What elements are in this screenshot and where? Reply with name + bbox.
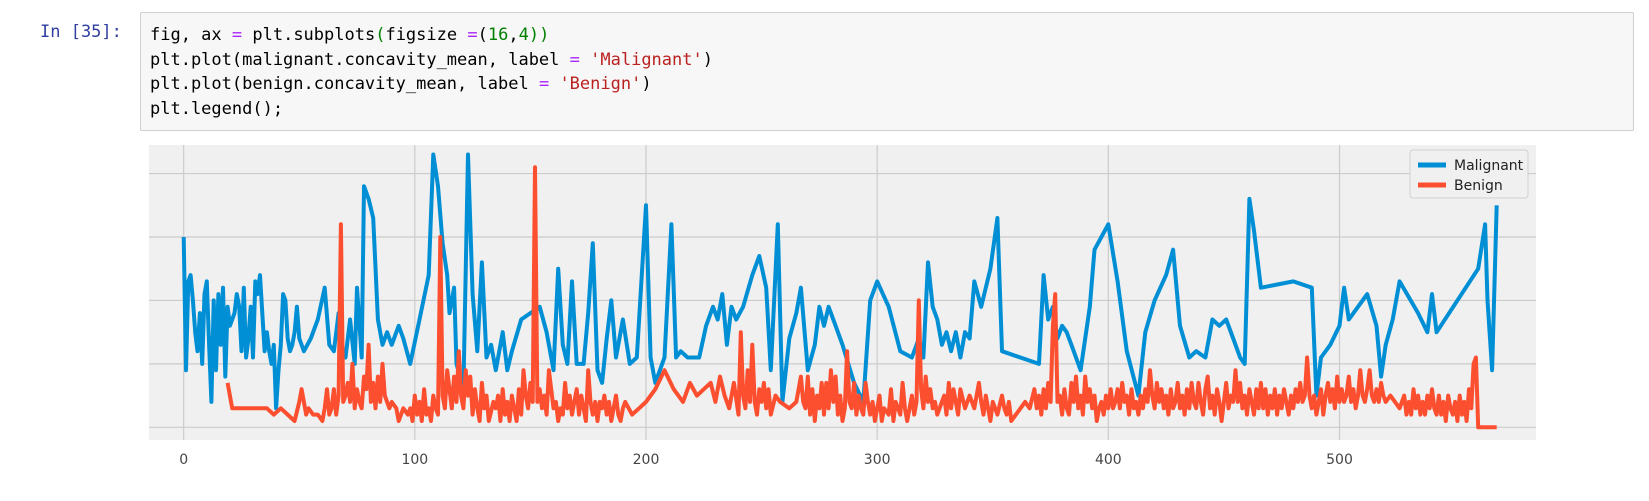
code-token: fig, ax [150, 25, 232, 45]
code-cell-input[interactable]: fig, ax = plt.subplots(figsize =(16,4)) p… [140, 12, 1634, 131]
code-line: plt.plot(benign.concavity_mean, label = … [150, 72, 713, 97]
code-token: ) [702, 49, 713, 70]
code-token: 'Malignant' [590, 49, 703, 70]
code-token: plt.plot(benign.concavity_mean, label [150, 74, 539, 94]
input-prompt: In [35]: [40, 22, 122, 42]
x-tick-label: 200 [633, 452, 660, 468]
code-token: = [569, 49, 580, 70]
code-token: = [231, 25, 243, 45]
code-token: ( [477, 25, 488, 45]
code-token: 'Benign' [559, 74, 642, 94]
code-line: fig, ax = plt.subplots(figsize =(16,4)) [150, 23, 713, 48]
code-token: plt.legend(); [150, 98, 284, 119]
legend: Malignant Benign [1409, 149, 1529, 199]
code-token: , [508, 25, 519, 45]
code-token: = [467, 25, 478, 45]
code-token: = [538, 74, 550, 94]
code-token: ( [375, 25, 386, 45]
x-tick-label: 500 [1326, 452, 1353, 468]
code-line: plt.plot(malignant.concavity_mean, label… [150, 48, 713, 73]
code-line: plt.legend(); [150, 97, 713, 122]
code-token: )) [528, 25, 550, 45]
code-editor[interactable]: fig, ax = plt.subplots(figsize =(16,4)) p… [150, 23, 713, 121]
legend-label: Benign [1454, 178, 1503, 194]
code-token: 16 [487, 25, 509, 45]
x-tick-label: 100 [401, 452, 428, 468]
code-token: plt.plot(malignant.concavity_mean, label [150, 49, 570, 70]
cell-output: 01002003004005000.00.10.20.30.4 Malignan… [81, 140, 1540, 499]
code-token: ) [641, 74, 652, 94]
code-token: plt.subplots [242, 25, 376, 45]
code-token: 4 [518, 25, 529, 45]
line-chart: 01002003004005000.00.10.20.30.4 Malignan… [81, 145, 1536, 468]
x-tick-label: 300 [864, 452, 891, 468]
legend-label: Malignant [1454, 158, 1524, 174]
code-token: figsize [385, 25, 468, 45]
x-tick-label: 400 [1095, 452, 1122, 468]
x-tick-label: 0 [179, 452, 188, 468]
